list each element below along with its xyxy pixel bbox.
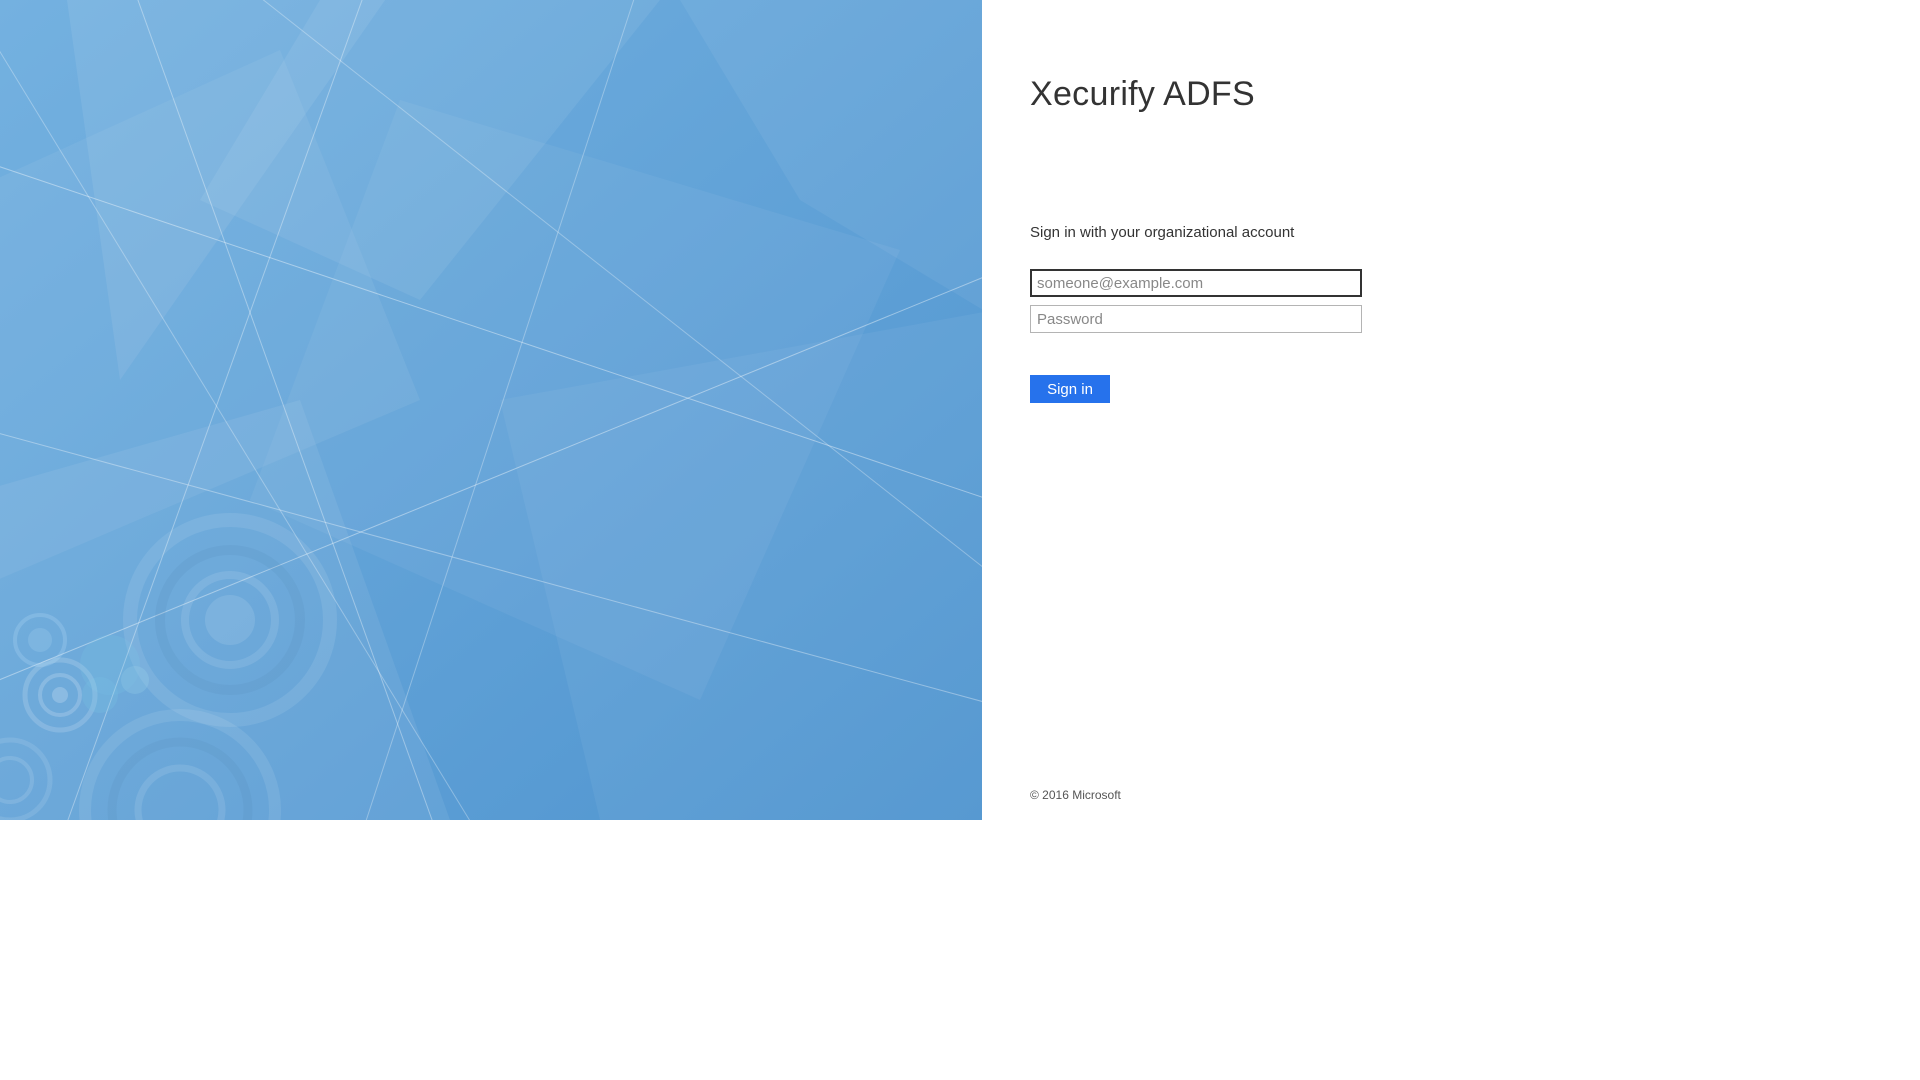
signin-button[interactable]: Sign in (1030, 375, 1110, 403)
signin-form: Sign in with your organizational account… (1030, 224, 1362, 403)
username-input[interactable] (1030, 269, 1362, 297)
illustration-panel (0, 0, 982, 820)
password-input[interactable] (1030, 305, 1362, 333)
signin-instruction: Sign in with your organizational account (1030, 224, 1362, 241)
signin-panel: Xecurify ADFS Sign in with your organiza… (982, 0, 1920, 820)
page-title: Xecurify ADFS (1030, 75, 1872, 114)
copyright-footer: © 2016 Microsoft (1030, 788, 1121, 802)
